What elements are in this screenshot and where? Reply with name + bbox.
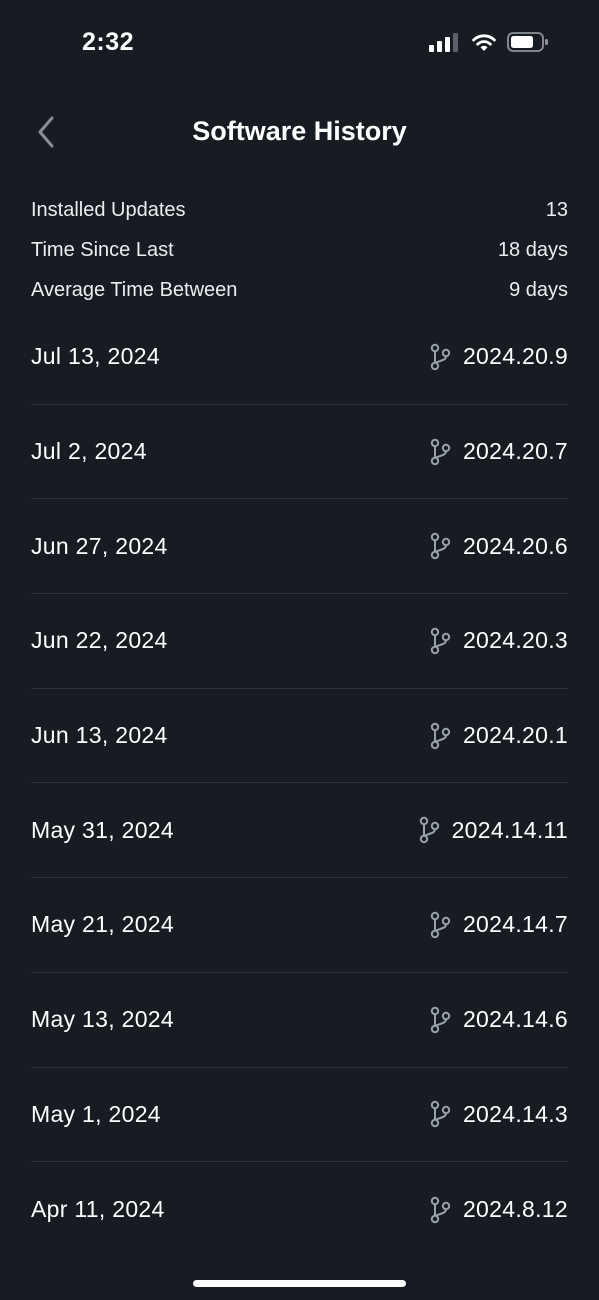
stats-summary: Installed Updates 13 Time Since Last 18 … [31, 190, 568, 310]
branch-icon [429, 627, 451, 655]
status-icons [429, 32, 549, 57]
history-version-group: 2024.20.3 [429, 627, 568, 655]
history-date: Jul 2, 2024 [31, 438, 147, 465]
history-date: Jul 13, 2024 [31, 343, 160, 370]
stat-value: 18 days [497, 238, 568, 261]
history-date: May 1, 2024 [31, 1100, 161, 1127]
history-date: Apr 11, 2024 [31, 1196, 165, 1223]
branch-icon [429, 438, 451, 466]
history-row[interactable]: Jul 2, 2024 2024.20.7 [31, 405, 568, 500]
history-version: 2024.14.3 [462, 1100, 568, 1127]
history-version: 2024.14.11 [451, 816, 568, 843]
history-date: Jun 13, 2024 [31, 722, 168, 749]
history-version: 2024.20.3 [462, 627, 568, 654]
history-row[interactable]: May 31, 2024 2024.14.11 [31, 783, 568, 879]
history-version: 2024.20.7 [462, 438, 568, 465]
branch-icon [429, 1006, 451, 1034]
history-version-group: 2024.14.11 [418, 816, 568, 844]
stat-label: Average Time Between [31, 278, 238, 301]
history-version: 2024.20.6 [462, 532, 568, 559]
history-version-group: 2024.14.3 [429, 1100, 568, 1128]
history-version-group: 2024.8.12 [429, 1196, 568, 1224]
history-version-group: 2024.20.9 [429, 343, 568, 371]
header: Software History [0, 100, 599, 166]
stat-average-time-between: Average Time Between 9 days [31, 270, 568, 310]
branch-icon [429, 722, 451, 750]
stat-value: 13 [545, 198, 568, 221]
home-indicator[interactable] [193, 1280, 406, 1287]
history-date: May 13, 2024 [31, 1006, 174, 1033]
history-date: May 31, 2024 [31, 816, 174, 843]
history-version: 2024.8.12 [462, 1196, 568, 1223]
history-date: May 21, 2024 [31, 911, 174, 938]
history-version: 2024.20.9 [462, 343, 568, 370]
history-list: Jul 13, 2024 2024.20.9 Jul 2, 2024 2024.20.… [31, 310, 568, 1257]
stat-label: Installed Updates [31, 198, 186, 221]
history-version: 2024.20.1 [462, 722, 568, 749]
history-date: Jun 22, 2024 [31, 627, 168, 654]
branch-icon [429, 1100, 451, 1128]
history-version-group: 2024.14.7 [429, 911, 568, 939]
history-date: Jun 27, 2024 [31, 532, 168, 559]
branch-icon [429, 343, 451, 371]
page-title: Software History [192, 116, 407, 146]
branch-icon [429, 1196, 451, 1224]
history-version-group: 2024.20.1 [429, 722, 568, 750]
history-version: 2024.14.6 [462, 1006, 568, 1033]
history-row[interactable]: Jul 13, 2024 2024.20.9 [31, 310, 568, 405]
history-row[interactable]: Jun 13, 2024 2024.20.1 [31, 689, 568, 784]
stat-label: Time Since Last [31, 238, 174, 261]
history-row[interactable]: Jun 22, 2024 2024.20.3 [31, 594, 568, 689]
history-row[interactable]: May 21, 2024 2024.14.7 [31, 878, 568, 973]
history-version-group: 2024.20.7 [429, 438, 568, 466]
wifi-icon [471, 32, 497, 57]
stat-value: 9 days [509, 278, 568, 301]
history-row[interactable]: May 13, 2024 2024.14.6 [31, 973, 568, 1068]
status-bar: 2:32 [0, 0, 599, 90]
status-time: 2:32 [82, 28, 135, 56]
battery-icon [507, 32, 549, 57]
history-row[interactable]: Jun 27, 2024 2024.20.6 [31, 499, 568, 595]
branch-icon [429, 911, 451, 939]
cellular-signal-icon [429, 32, 461, 57]
history-version: 2024.14.7 [462, 911, 568, 938]
history-row[interactable]: May 1, 2024 2024.14.3 [31, 1068, 568, 1163]
stat-time-since-last: Time Since Last 18 days [31, 230, 568, 270]
branch-icon [429, 532, 451, 560]
history-version-group: 2024.14.6 [429, 1006, 568, 1034]
stat-installed-updates: Installed Updates 13 [31, 190, 568, 230]
history-version-group: 2024.20.6 [429, 532, 568, 560]
history-row[interactable]: Apr 11, 2024 2024.8.12 [31, 1162, 568, 1257]
branch-icon [418, 816, 440, 844]
